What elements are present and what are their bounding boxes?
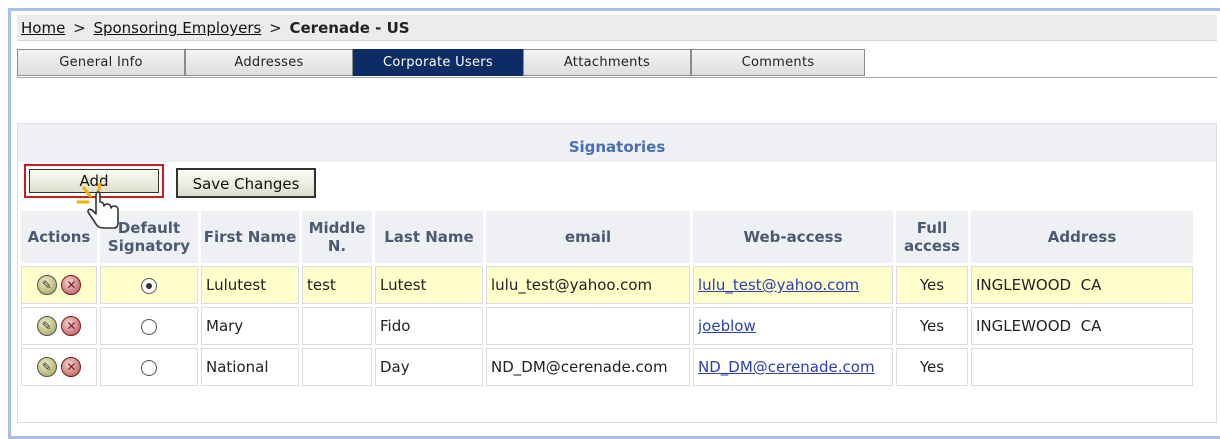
signatories-panel: Signatories Add Save Changes Actions Def…	[17, 123, 1217, 423]
tab-corporate-users[interactable]: Corporate Users	[353, 49, 523, 76]
tab-comments[interactable]: Comments	[691, 49, 865, 76]
table-header-row: Actions Default Signatory First Name Mid…	[21, 211, 1193, 263]
web-access-cell: ND_DM@cerenade.com	[693, 348, 893, 386]
full-access-cell: Yes	[896, 348, 968, 386]
web-access-link[interactable]: lulu_test@yahoo.com	[698, 276, 859, 294]
email-cell: lulu_test@yahoo.com	[486, 266, 690, 304]
save-changes-button[interactable]: Save Changes	[176, 168, 316, 198]
breadcrumb: Home > Sponsoring Employers > Cerenade -…	[17, 15, 1217, 41]
header-first-name: First Name	[201, 211, 299, 263]
middle-name-cell: test	[302, 266, 372, 304]
full-access-cell: Yes	[896, 307, 968, 345]
breadcrumb-separator: >	[73, 19, 86, 37]
web-access-link[interactable]: joeblow	[698, 317, 756, 335]
middle-name-cell	[302, 348, 372, 386]
breadcrumb-current: Cerenade - US	[289, 19, 410, 37]
signatories-table: Actions Default Signatory First Name Mid…	[18, 208, 1196, 389]
app-frame: Home > Sponsoring Employers > Cerenade -…	[8, 8, 1220, 439]
email-cell	[486, 307, 690, 345]
edit-icon[interactable]: ✎	[36, 316, 57, 336]
table-row: ✎ ✕ Mary Fido joeblow Yes INGLEWOOD CA	[21, 307, 1193, 345]
section-title: Signatories	[18, 124, 1216, 162]
last-name-cell: Day	[375, 348, 483, 386]
delete-icon[interactable]: ✕	[61, 275, 82, 295]
full-access-cell: Yes	[896, 266, 968, 304]
tab-general-info[interactable]: General Info	[17, 49, 185, 76]
last-name-cell: Fido	[375, 307, 483, 345]
middle-name-cell	[302, 307, 372, 345]
web-access-link[interactable]: ND_DM@cerenade.com	[698, 358, 875, 376]
delete-icon[interactable]: ✕	[61, 316, 82, 336]
web-access-cell: lulu_test@yahoo.com	[693, 266, 893, 304]
default-signatory-radio[interactable]	[141, 277, 157, 294]
default-signatory-cell	[100, 307, 198, 345]
default-signatory-radio[interactable]	[141, 359, 157, 376]
header-web-access: Web-access	[693, 211, 893, 263]
header-last-name: Last Name	[375, 211, 483, 263]
address-cell: INGLEWOOD CA	[971, 307, 1193, 345]
address-cell	[971, 348, 1193, 386]
row-actions: ✎ ✕	[21, 307, 97, 345]
default-signatory-radio[interactable]	[141, 318, 157, 335]
edit-icon[interactable]: ✎	[36, 357, 57, 377]
header-full-access: Full access	[896, 211, 968, 263]
delete-icon[interactable]: ✕	[61, 357, 82, 377]
row-actions: ✎ ✕	[21, 266, 97, 304]
first-name-cell: National	[201, 348, 299, 386]
edit-icon[interactable]: ✎	[36, 275, 57, 295]
tab-addresses[interactable]: Addresses	[185, 49, 353, 76]
tab-attachments[interactable]: Attachments	[523, 49, 691, 76]
web-access-cell: joeblow	[693, 307, 893, 345]
header-middle-name: Middle N.	[302, 211, 372, 263]
default-signatory-cell	[100, 266, 198, 304]
first-name-cell: Lulutest	[201, 266, 299, 304]
header-email: email	[486, 211, 690, 263]
header-address: Address	[971, 211, 1193, 263]
email-cell: ND_DM@cerenade.com	[486, 348, 690, 386]
breadcrumb-home-link[interactable]: Home	[21, 19, 65, 37]
row-actions: ✎ ✕	[21, 348, 97, 386]
table-row: ✎ ✕ National Day ND_DM@cerenade.com ND_D…	[21, 348, 1193, 386]
table-row: ✎ ✕ Lulutest test Lutest lulu_test@yahoo…	[21, 266, 1193, 304]
last-name-cell: Lutest	[375, 266, 483, 304]
address-cell: INGLEWOOD CA	[971, 266, 1193, 304]
default-signatory-cell	[100, 348, 198, 386]
breadcrumb-separator: >	[269, 19, 282, 37]
hand-pointer-icon	[76, 182, 119, 229]
tab-bar: General Info Addresses Corporate Users A…	[17, 49, 1217, 78]
first-name-cell: Mary	[201, 307, 299, 345]
breadcrumb-employers-link[interactable]: Sponsoring Employers	[93, 19, 261, 37]
